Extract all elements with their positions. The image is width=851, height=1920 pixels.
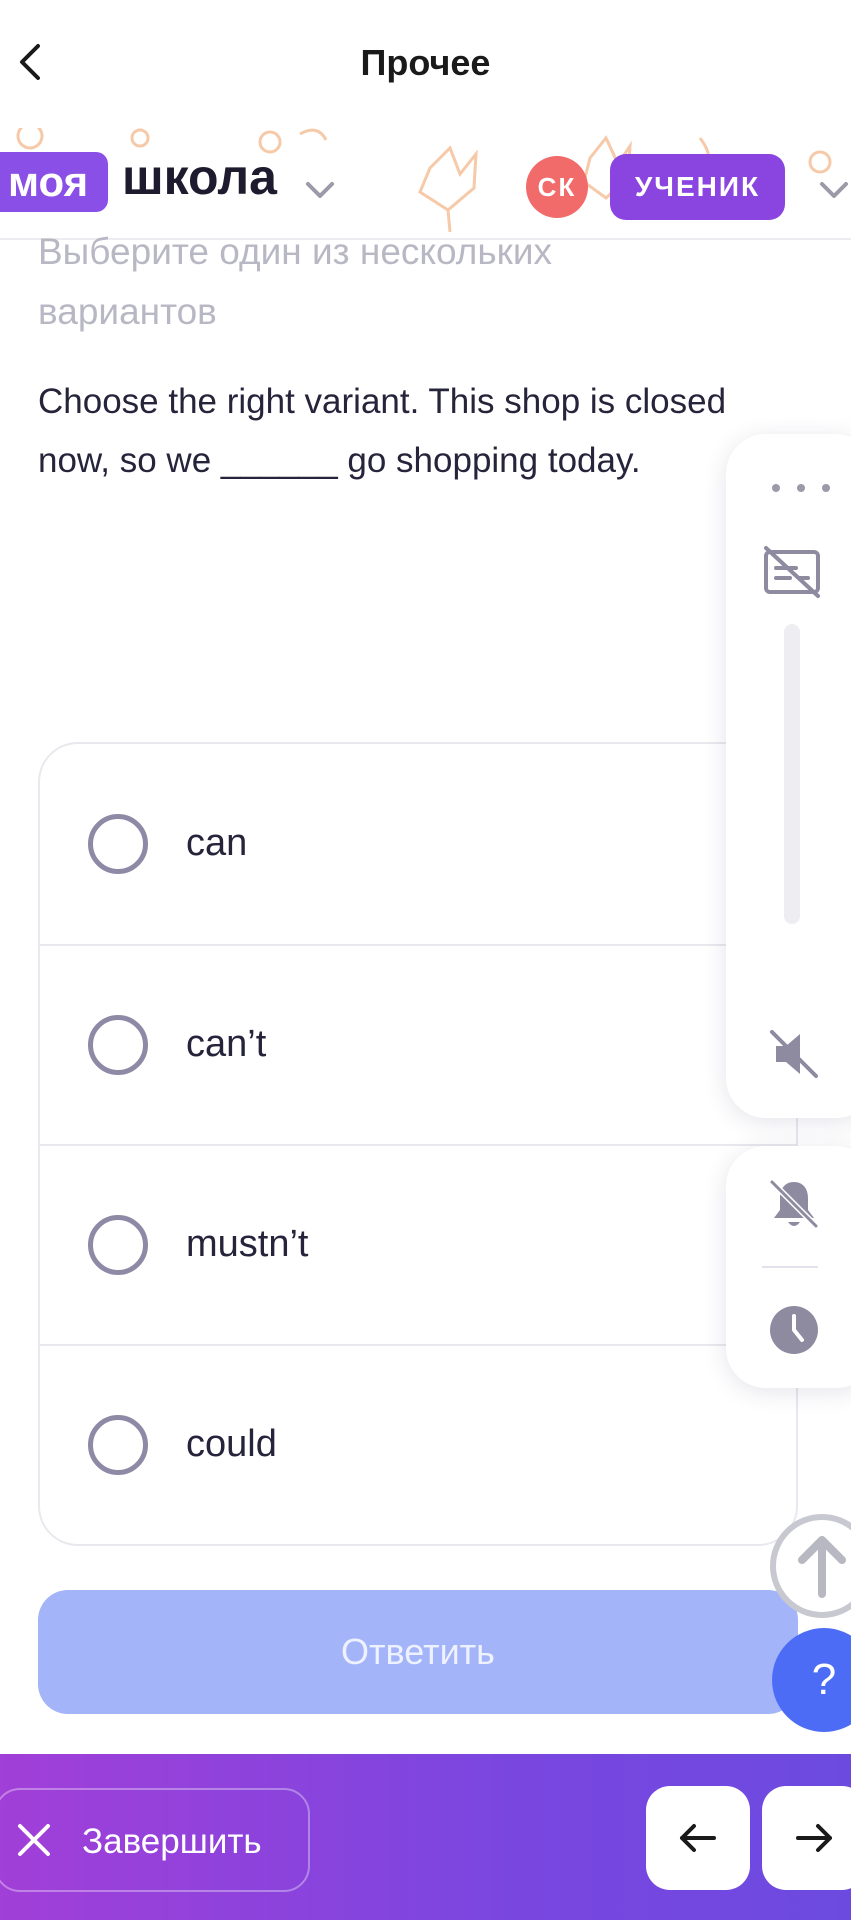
answer-label: could [186, 1423, 277, 1465]
task-instruction: Выберите один из нескольких вариантов [38, 231, 553, 332]
next-button[interactable] [762, 1786, 851, 1890]
panel-divider [762, 1266, 818, 1268]
radio-button[interactable] [88, 1015, 148, 1075]
submit-button[interactable]: Ответить [38, 1590, 798, 1714]
top-nav-bar: Прочее [0, 0, 851, 128]
answer-label: can [186, 822, 248, 864]
notifications-panel [726, 1146, 851, 1388]
answer-option[interactable]: could [40, 1344, 796, 1544]
chevron-down-icon[interactable] [816, 172, 851, 208]
logo-part-moya: моя [0, 152, 109, 212]
avatar[interactable]: СК [526, 156, 588, 218]
answer-label: mustn’t [186, 1223, 309, 1265]
finish-label: Завершить [82, 1822, 262, 1861]
subtitles-off-icon[interactable] [762, 544, 822, 600]
arrow-up-icon [798, 1536, 846, 1598]
radio-button[interactable] [88, 1415, 148, 1475]
bell-off-icon[interactable] [766, 1176, 822, 1232]
media-controls-panel [726, 434, 851, 1118]
volume-muted-icon[interactable] [766, 1026, 822, 1082]
answer-option[interactable]: mustn’t [40, 1144, 796, 1344]
logo-part-shkola: школа [122, 149, 277, 205]
role-badge[interactable]: УЧЕНИК [610, 154, 785, 220]
finish-button[interactable]: Завершить [0, 1788, 310, 1892]
arrow-left-icon [680, 1824, 716, 1852]
arrow-right-icon [796, 1824, 832, 1852]
answer-option[interactable]: can’t [40, 944, 796, 1144]
radio-button[interactable] [88, 1215, 148, 1275]
more-dots-icon[interactable] [766, 478, 836, 498]
close-icon [18, 1824, 50, 1856]
radio-button[interactable] [88, 814, 148, 874]
previous-button[interactable] [646, 1786, 750, 1890]
answer-label: can’t [186, 1023, 267, 1065]
clock-icon[interactable] [766, 1302, 822, 1358]
scroll-to-top-button[interactable] [770, 1514, 851, 1618]
chevron-down-icon[interactable] [302, 172, 338, 208]
question-text: Choose the right variant. This shop is c… [38, 382, 727, 480]
volume-slider[interactable] [784, 624, 800, 924]
bottom-action-bar: Завершить [0, 1754, 851, 1920]
page-title: Прочее [360, 42, 491, 83]
answer-option[interactable]: can [40, 744, 796, 944]
answer-options: can can’t mustn’t could [38, 742, 798, 1546]
